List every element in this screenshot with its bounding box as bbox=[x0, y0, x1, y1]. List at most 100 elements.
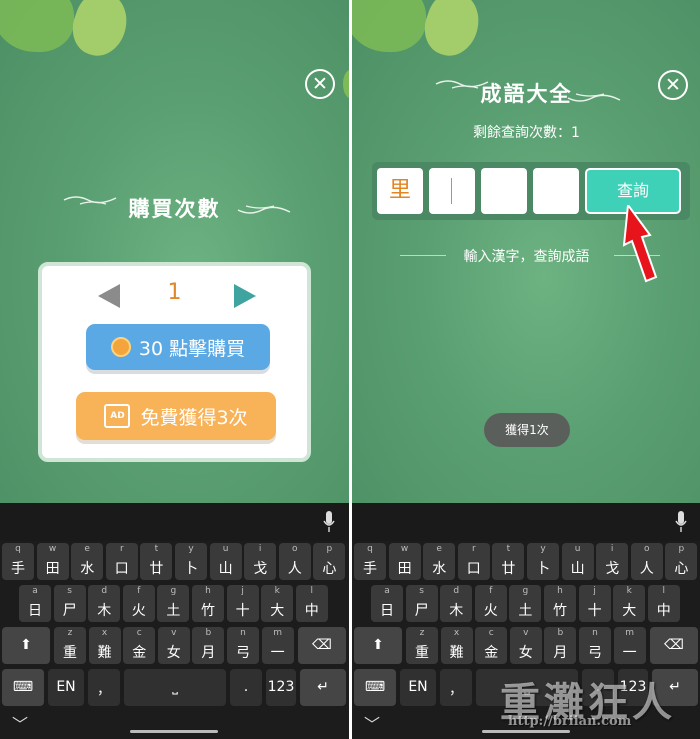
key-j[interactable]: j十 bbox=[578, 585, 611, 622]
key-e[interactable]: e水 bbox=[71, 543, 104, 580]
key-o[interactable]: o人 bbox=[278, 543, 311, 580]
key-l[interactable]: l中 bbox=[295, 585, 328, 622]
numbers-key[interactable]: 123 bbox=[266, 669, 296, 706]
key-x[interactable]: x難 bbox=[440, 627, 473, 664]
watch-ad-button[interactable]: AD 免費獲得3次 bbox=[76, 392, 276, 440]
key-v[interactable]: v女 bbox=[157, 627, 190, 664]
key-label: 月 bbox=[553, 645, 568, 661]
key-label: 難 bbox=[449, 645, 464, 661]
char-input-2[interactable] bbox=[429, 168, 475, 214]
key-y[interactable]: y卜 bbox=[527, 543, 559, 580]
key-v[interactable]: v女 bbox=[509, 627, 542, 664]
keyboard-toolbar bbox=[352, 503, 700, 541]
key-latin-label: d bbox=[101, 586, 108, 596]
language-key[interactable]: EN bbox=[400, 669, 436, 706]
key-latin-label: m bbox=[273, 628, 282, 638]
key-l[interactable]: l中 bbox=[647, 585, 680, 622]
key-label: ⬆ bbox=[372, 637, 384, 653]
language-key[interactable]: EN bbox=[48, 669, 84, 706]
key-x[interactable]: x難 bbox=[88, 627, 121, 664]
key-i[interactable]: i戈 bbox=[596, 543, 629, 580]
key-d[interactable]: d木 bbox=[88, 585, 121, 622]
lily-pad-decoration bbox=[352, 0, 426, 52]
key-j[interactable]: j十 bbox=[226, 585, 259, 622]
comma-key[interactable]: ， bbox=[440, 669, 472, 706]
key-n[interactable]: n弓 bbox=[227, 627, 259, 664]
char-input-1[interactable]: 里 bbox=[377, 168, 423, 214]
chevron-down-icon[interactable]: ﹀ bbox=[12, 711, 28, 735]
key-s[interactable]: s尸 bbox=[405, 585, 438, 622]
home-pill[interactable] bbox=[482, 730, 570, 733]
shift-key[interactable]: ⬆ bbox=[2, 627, 50, 664]
key-w[interactable]: w田 bbox=[388, 543, 421, 580]
key-i[interactable]: i戈 bbox=[244, 543, 277, 580]
key-latin-label: y bbox=[540, 544, 546, 554]
key-q[interactable]: q手 bbox=[354, 543, 386, 580]
key-label: 金 bbox=[484, 645, 499, 661]
key-r[interactable]: r口 bbox=[457, 543, 490, 580]
purchase-title: 購買次數 bbox=[128, 196, 221, 221]
key-d[interactable]: d木 bbox=[440, 585, 473, 622]
key-g[interactable]: g土 bbox=[157, 585, 190, 622]
space-key[interactable]: ⎵ bbox=[124, 669, 226, 706]
shift-key[interactable]: ⬆ bbox=[354, 627, 402, 664]
watermark-url: http://briian.com bbox=[508, 714, 632, 729]
key-p[interactable]: p心 bbox=[313, 543, 346, 580]
key-latin-label: h bbox=[205, 586, 211, 596]
microphone-icon[interactable] bbox=[675, 511, 687, 533]
key-u[interactable]: u山 bbox=[209, 543, 242, 580]
key-m[interactable]: m一 bbox=[261, 627, 294, 664]
key-k[interactable]: k大 bbox=[261, 585, 294, 622]
key-label: 手 bbox=[363, 561, 377, 577]
key-f[interactable]: f火 bbox=[474, 585, 507, 622]
lily-pad-decoration bbox=[0, 0, 74, 52]
key-z[interactable]: z重 bbox=[54, 627, 86, 664]
key-f[interactable]: f火 bbox=[122, 585, 155, 622]
close-icon[interactable]: ✕ bbox=[305, 69, 335, 99]
keyboard-switch-key[interactable]: ⌨ bbox=[354, 669, 396, 706]
key-b[interactable]: b月 bbox=[192, 627, 225, 664]
microphone-icon[interactable] bbox=[323, 511, 335, 533]
key-latin-label: q bbox=[367, 544, 373, 554]
key-g[interactable]: g土 bbox=[509, 585, 542, 622]
key-p[interactable]: p心 bbox=[665, 543, 698, 580]
key-h[interactable]: h竹 bbox=[544, 585, 576, 622]
ad-video-icon: AD bbox=[104, 404, 131, 428]
key-label: 田 bbox=[45, 561, 60, 577]
home-pill[interactable] bbox=[130, 730, 218, 733]
key-y[interactable]: y卜 bbox=[175, 543, 207, 580]
keyboard-switch-key[interactable]: ⌨ bbox=[2, 669, 44, 706]
period-key[interactable]: . bbox=[230, 669, 262, 706]
key-n[interactable]: n弓 bbox=[579, 627, 611, 664]
key-a[interactable]: a日 bbox=[19, 585, 51, 622]
key-a[interactable]: a日 bbox=[371, 585, 403, 622]
backspace-key[interactable]: ⌫ bbox=[650, 627, 698, 664]
key-s[interactable]: s尸 bbox=[53, 585, 86, 622]
key-b[interactable]: b月 bbox=[544, 627, 577, 664]
key-z[interactable]: z重 bbox=[406, 627, 438, 664]
key-m[interactable]: m一 bbox=[613, 627, 646, 664]
key-k[interactable]: k大 bbox=[613, 585, 646, 622]
key-latin-label: o bbox=[644, 544, 650, 554]
key-u[interactable]: u山 bbox=[561, 543, 594, 580]
key-t[interactable]: t廿 bbox=[492, 543, 525, 580]
char-input-4[interactable] bbox=[533, 168, 579, 214]
key-c[interactable]: c金 bbox=[123, 627, 156, 664]
chevron-down-icon[interactable]: ﹀ bbox=[364, 711, 380, 735]
char-input-3[interactable] bbox=[481, 168, 527, 214]
key-o[interactable]: o人 bbox=[630, 543, 663, 580]
key-c[interactable]: c金 bbox=[475, 627, 508, 664]
key-h[interactable]: h竹 bbox=[192, 585, 224, 622]
key-w[interactable]: w田 bbox=[36, 543, 69, 580]
comma-key[interactable]: ， bbox=[88, 669, 120, 706]
key-t[interactable]: t廿 bbox=[140, 543, 173, 580]
key-label: . bbox=[243, 679, 249, 695]
key-latin-label: l bbox=[662, 586, 666, 596]
key-r[interactable]: r口 bbox=[105, 543, 138, 580]
key-q[interactable]: q手 bbox=[2, 543, 34, 580]
enter-key[interactable]: ↵ bbox=[300, 669, 346, 706]
buy-with-coins-button[interactable]: 30 點擊購買 bbox=[86, 324, 270, 370]
backspace-key[interactable]: ⌫ bbox=[298, 627, 346, 664]
key-e[interactable]: e水 bbox=[423, 543, 456, 580]
idiom-title: 成語大全 bbox=[480, 81, 573, 106]
